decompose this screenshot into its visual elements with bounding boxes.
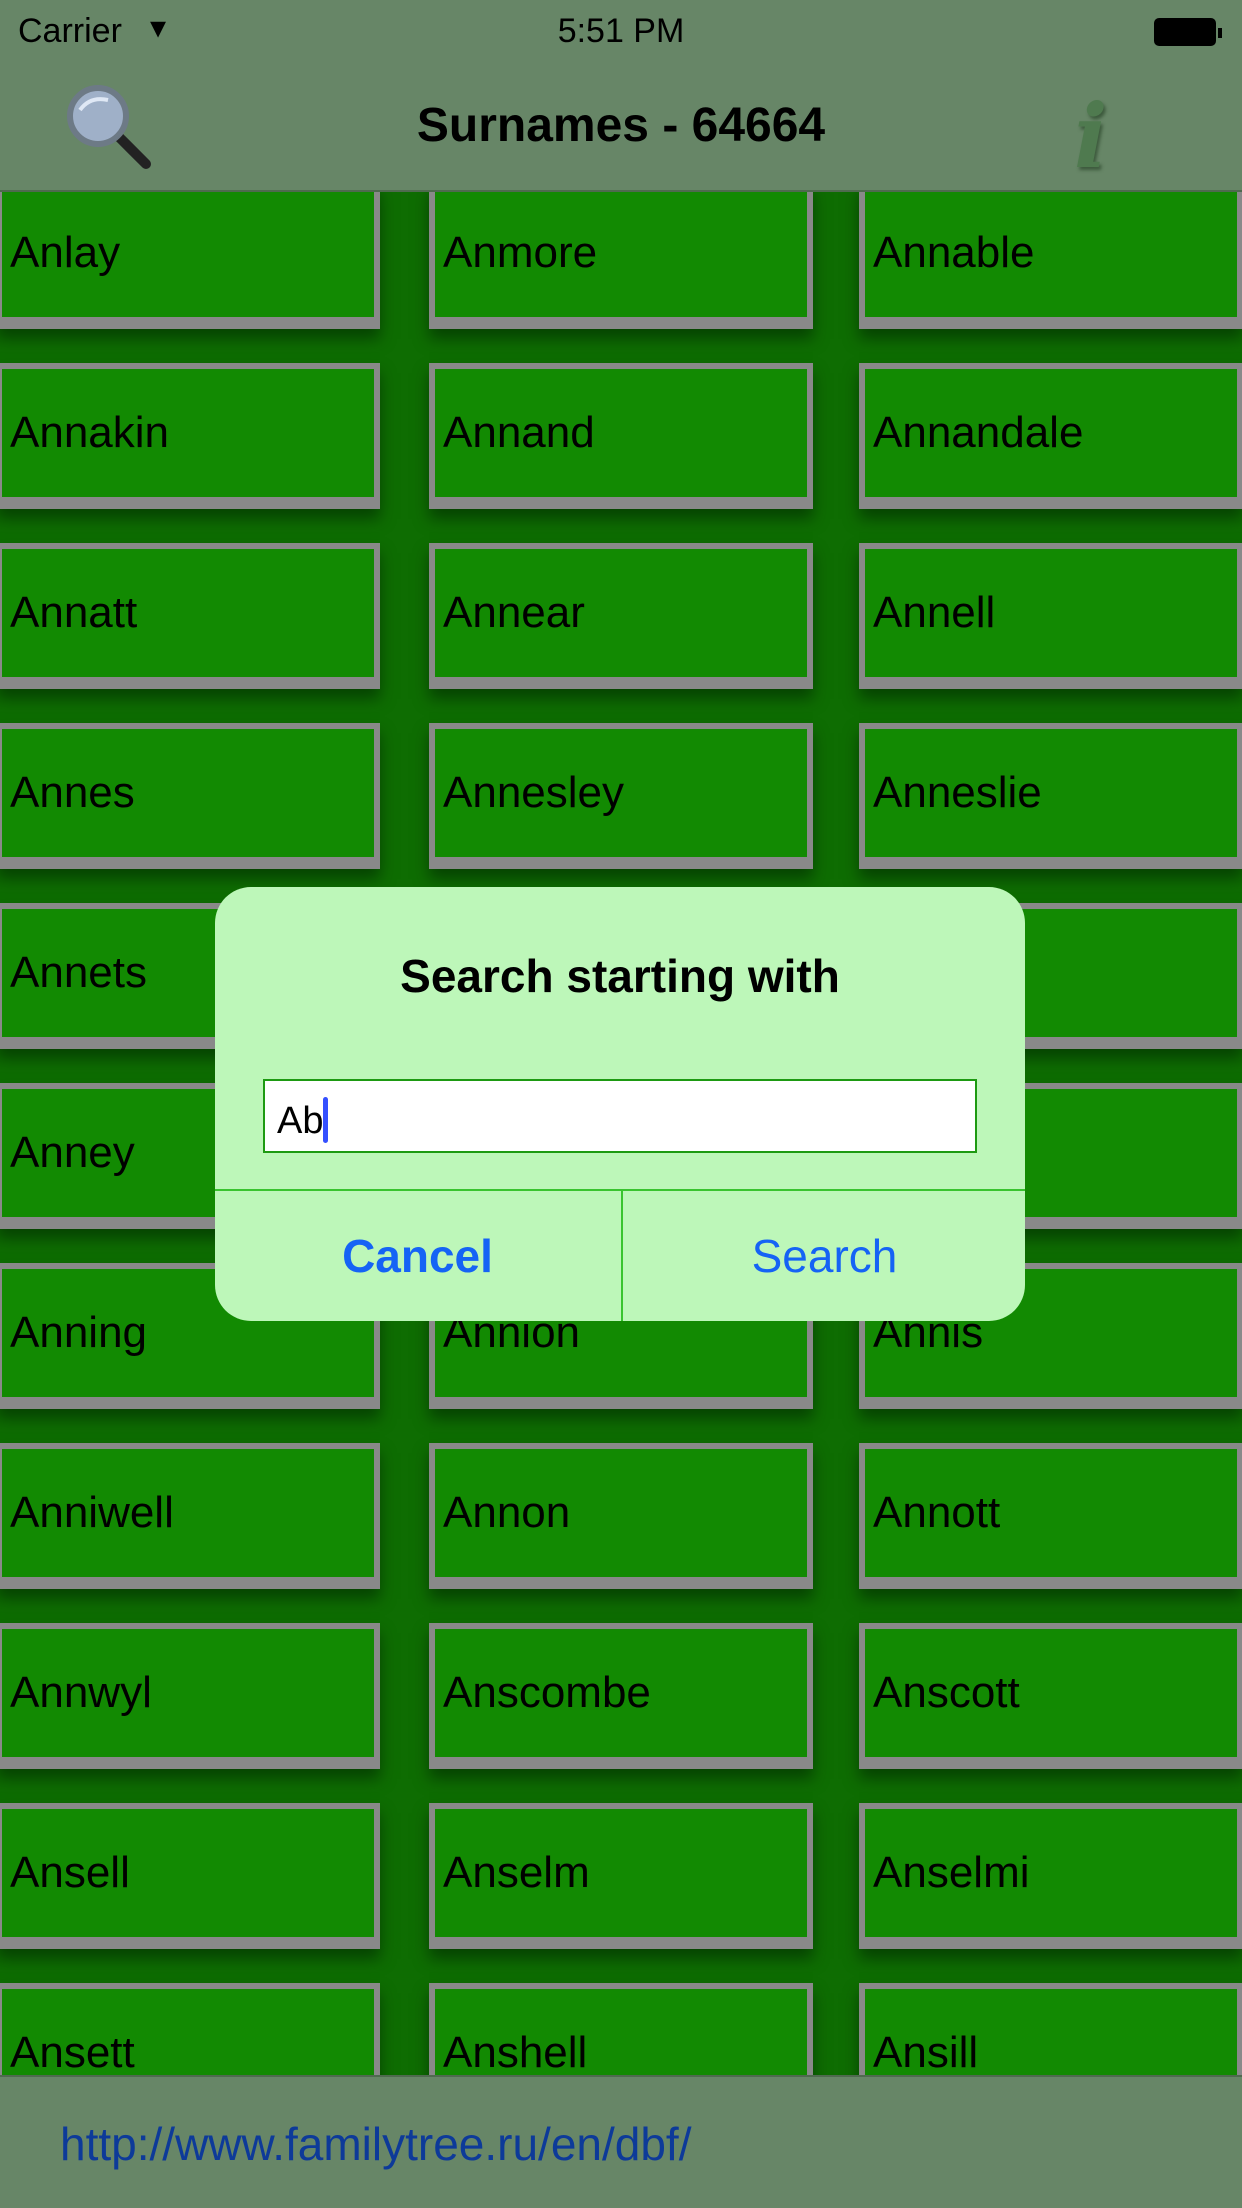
search-input[interactable]: Ab [263, 1079, 977, 1153]
cancel-button[interactable]: Cancel [215, 1191, 620, 1321]
dialog-title: Search starting with [400, 950, 840, 1002]
search-dialog: Search starting with Ab Cancel Search [215, 887, 1025, 1321]
text-caret [323, 1097, 329, 1143]
search-input-value: Ab [277, 1100, 324, 1142]
search-button[interactable]: Search [622, 1191, 1025, 1321]
